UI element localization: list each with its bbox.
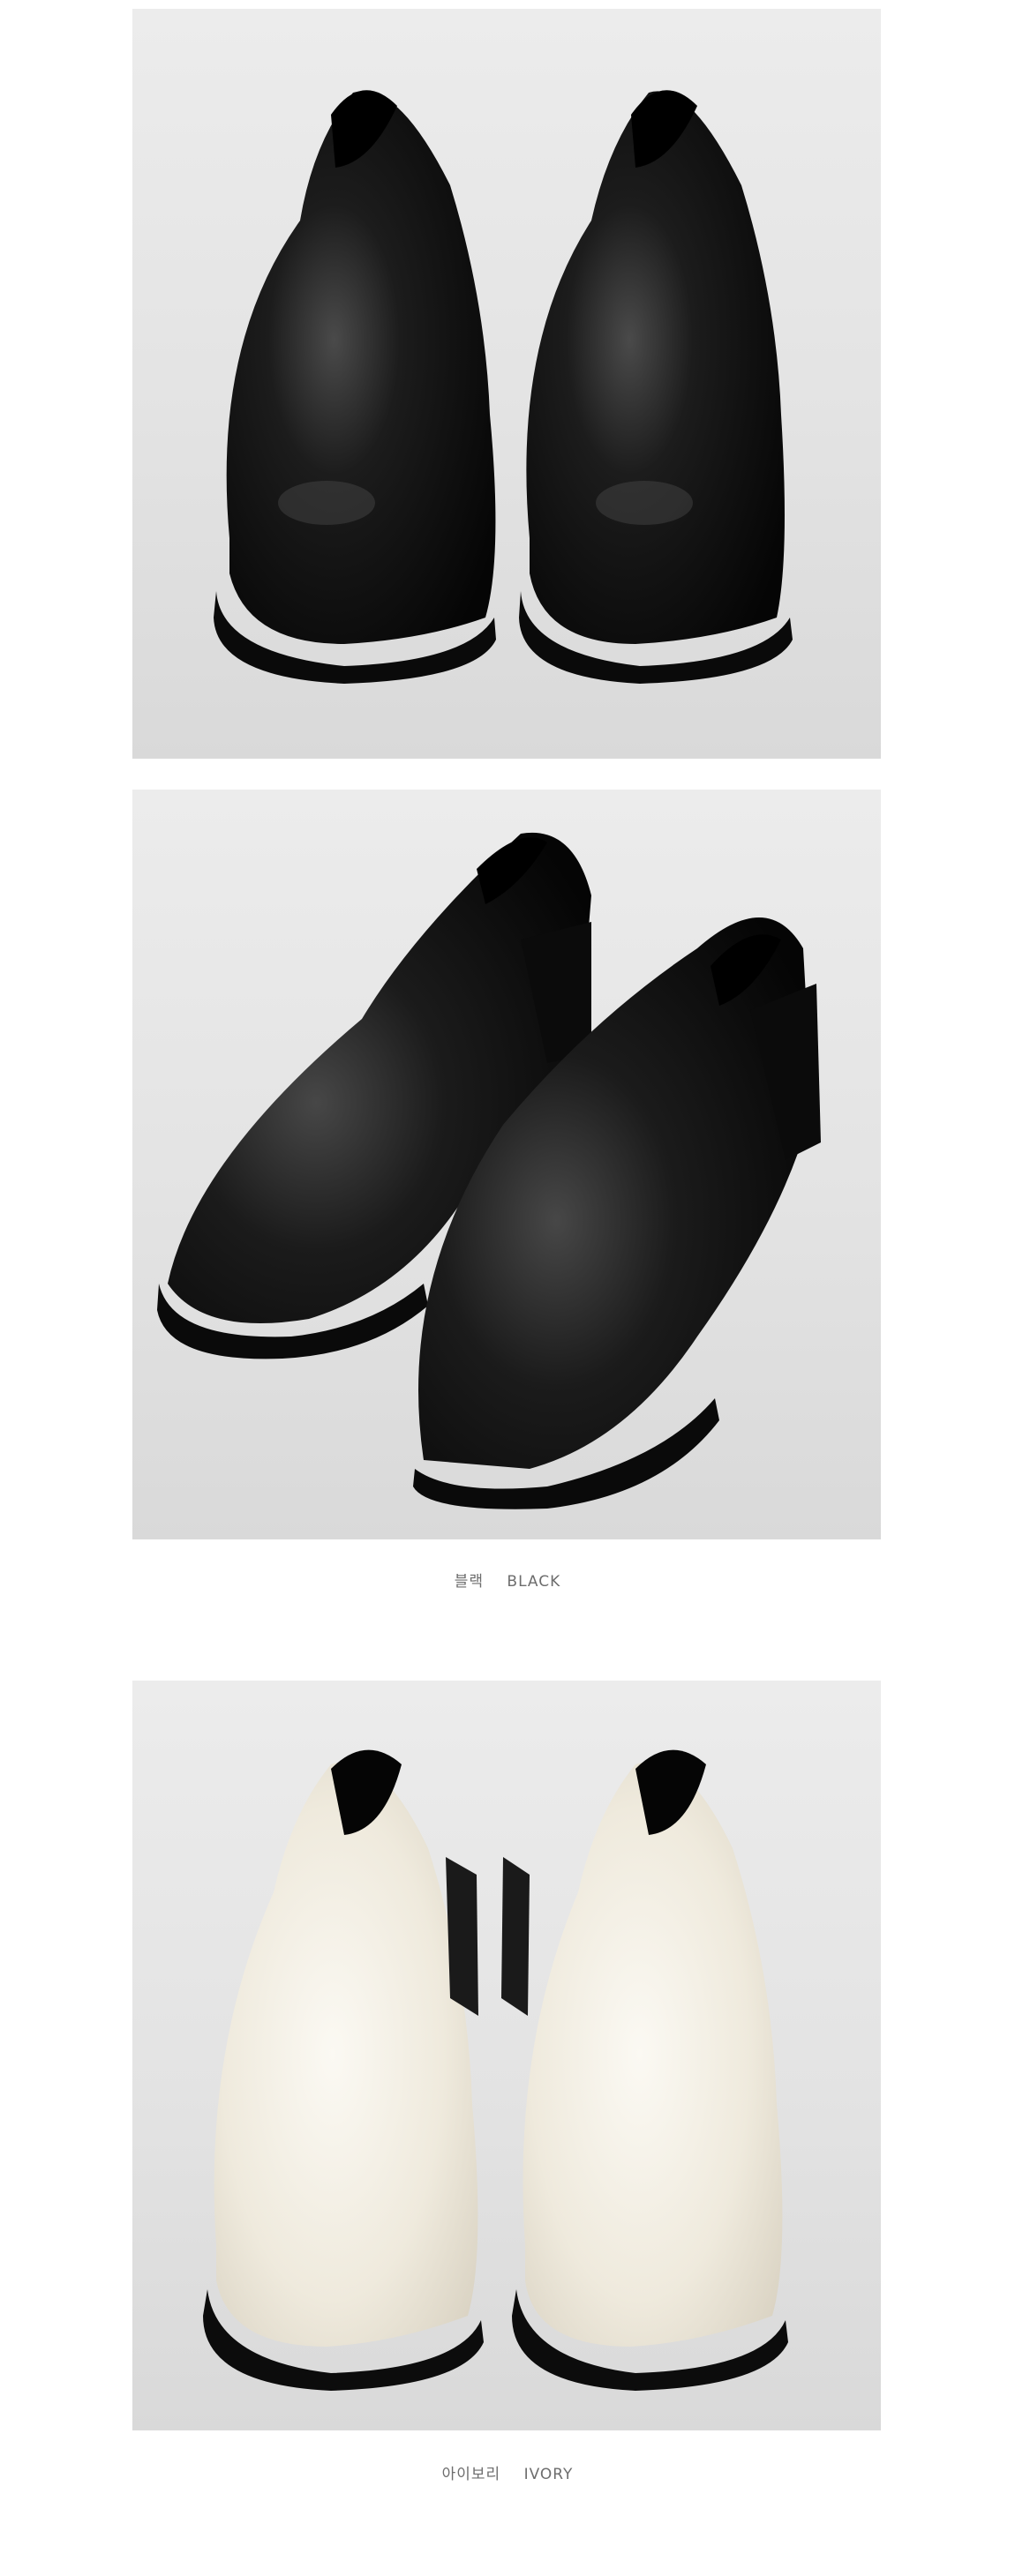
black-shoes-angle-photo — [132, 790, 881, 1539]
black-shoes-front-photo — [132, 9, 881, 759]
black-caption-korean: 블랙 — [454, 1573, 484, 1591]
right-black-shoe — [519, 90, 793, 684]
left-ivory-shoe — [203, 1749, 484, 2391]
ivory-caption-english: IVORY — [523, 2466, 574, 2483]
ivory-shoes-front-photo — [132, 1681, 881, 2430]
ivory-color-caption: 아이보리 IVORY — [0, 2461, 1015, 2483]
ivory-caption-korean: 아이보리 — [441, 2466, 501, 2483]
black-caption-english: BLACK — [507, 1573, 561, 1591]
right-ivory-shoe — [501, 1749, 788, 2391]
black-color-caption: 블랙 BLACK — [0, 1569, 1015, 1591]
left-black-shoe — [214, 90, 496, 684]
